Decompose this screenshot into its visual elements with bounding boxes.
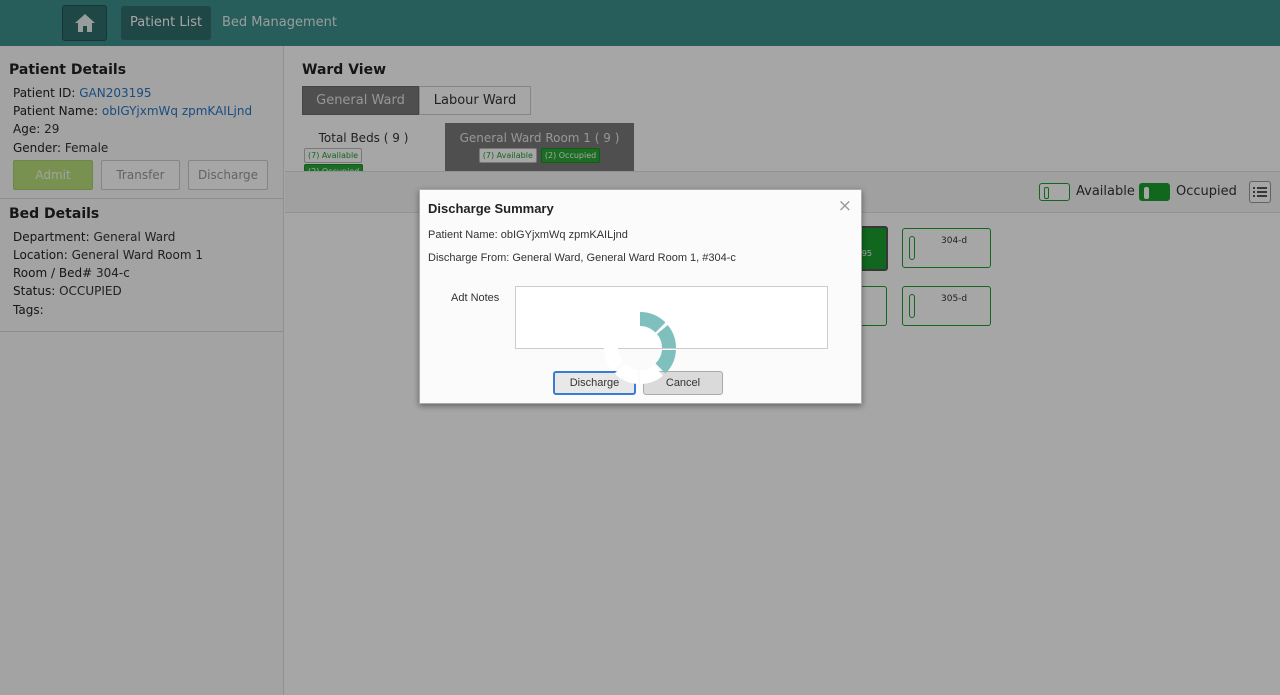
dialog-patient-name: Patient Name: obIGYjxmWq zpmKAILjnd (428, 229, 628, 241)
dialog-discharge-from: Discharge From: General Ward, General Wa… (428, 252, 736, 264)
close-icon[interactable]: × (838, 196, 852, 216)
adt-notes-label: Adt Notes (451, 292, 500, 304)
dialog-title: Discharge Summary (428, 201, 554, 216)
loading-spinner-icon (604, 311, 676, 384)
